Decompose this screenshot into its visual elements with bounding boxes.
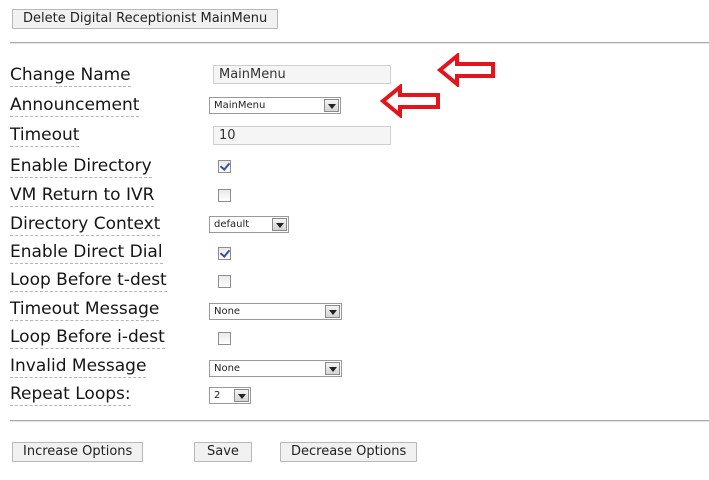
timeout-label: Timeout: [10, 125, 80, 147]
repeat-loops-label: Repeat Loops:: [10, 384, 131, 406]
repeat-loops-select[interactable]: 2: [209, 387, 251, 404]
directory-context-select[interactable]: default: [209, 216, 289, 233]
loop-t-dest-checkbox[interactable]: [218, 275, 231, 288]
vm-return-label: VM Return to IVR: [10, 185, 155, 207]
chevron-down-icon[interactable]: [324, 99, 339, 112]
announcement-select[interactable]: MainMenu: [209, 97, 341, 114]
enable-direct-dial-checkbox[interactable]: [218, 247, 231, 260]
delete-button[interactable]: Delete Digital Receptionist MainMenu: [12, 9, 279, 29]
change-name-input[interactable]: MainMenu: [213, 65, 391, 84]
invalid-message-select[interactable]: None: [209, 360, 342, 377]
enable-directory-label: Enable Directory: [10, 156, 152, 178]
timeout-input[interactable]: 10: [213, 126, 391, 145]
loop-t-dest-label: Loop Before t-dest: [10, 270, 167, 292]
red-arrow-left-icon: [437, 53, 495, 87]
bottom-divider: [10, 420, 709, 422]
timeout-message-select[interactable]: None: [209, 303, 342, 320]
directory-context-select-value: default: [214, 219, 250, 230]
chevron-down-icon[interactable]: [325, 305, 340, 318]
enable-directory-checkbox[interactable]: [218, 160, 231, 173]
timeout-message-select-value: None: [214, 306, 241, 317]
red-arrow-left-icon: [380, 84, 440, 118]
repeat-loops-select-value: 2: [214, 390, 221, 401]
chevron-down-icon[interactable]: [325, 362, 340, 375]
invalid-message-select-value: None: [214, 363, 241, 374]
save-button[interactable]: Save: [194, 442, 252, 462]
enable-direct-dial-label: Enable Direct Dial: [10, 242, 163, 264]
directory-context-label: Directory Context: [10, 214, 161, 236]
timeout-message-label: Timeout Message: [10, 299, 160, 321]
ivr-edit-page: Delete Digital Receptionist MainMenu Cha…: [0, 0, 709, 480]
chevron-down-icon[interactable]: [272, 218, 287, 231]
top-divider: [10, 42, 709, 44]
loop-i-dest-checkbox[interactable]: [218, 332, 231, 345]
increase-options-button[interactable]: Increase Options: [12, 442, 144, 462]
decrease-options-button[interactable]: Decrease Options: [280, 442, 418, 462]
invalid-message-label: Invalid Message: [10, 356, 147, 378]
vm-return-checkbox[interactable]: [218, 189, 231, 202]
announcement-label: Announcement: [10, 95, 140, 117]
announcement-select-value: MainMenu: [214, 100, 266, 111]
loop-i-dest-label: Loop Before i-dest: [10, 327, 165, 349]
chevron-down-icon[interactable]: [234, 389, 249, 402]
change-name-label: Change Name: [10, 65, 131, 87]
